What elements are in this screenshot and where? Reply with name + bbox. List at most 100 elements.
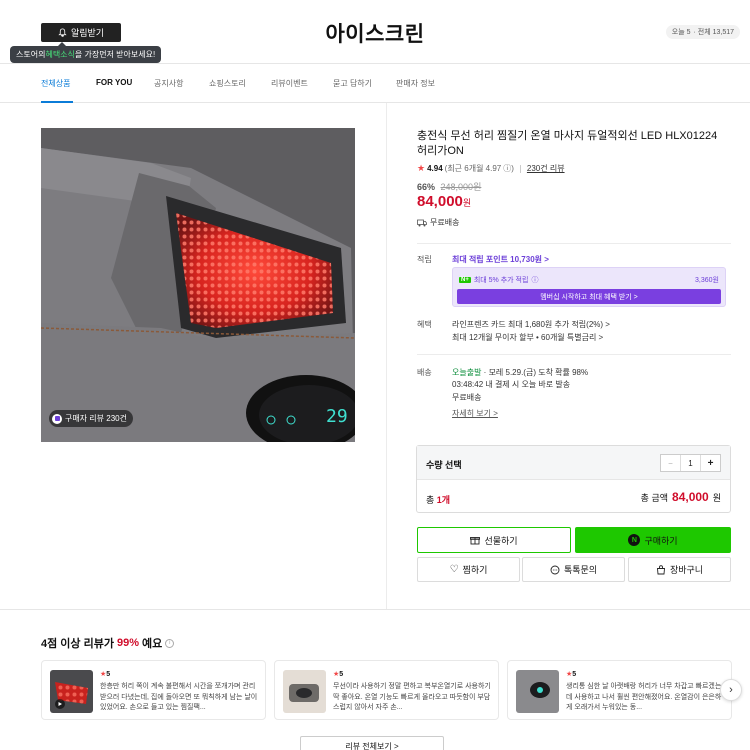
info-icon[interactable]: i — [165, 638, 175, 648]
review-summary-heading: 4점 이상 리뷰가 99% 예요 i — [41, 635, 175, 651]
ship-cutoff: 03:48:42 내 결제 시 오늘 바로 발송 — [452, 380, 571, 389]
gift-label: 선물하기 — [484, 535, 518, 546]
max-points-link[interactable]: 최대 적립 포인트 10,730원 > — [452, 254, 549, 265]
review-score: 5 — [339, 671, 344, 678]
price-unit: 원 — [462, 198, 472, 208]
total-prefix: 총 — [426, 495, 437, 505]
original-price: 248,000원 — [440, 182, 482, 192]
wish-label: 찜하기 — [462, 565, 488, 575]
review-rating: ★5 — [566, 670, 576, 678]
cart-button[interactable]: 장바구니 — [628, 557, 731, 582]
extra-points-amount: 3,360원 — [695, 277, 719, 284]
npay-badge: N+ — [459, 277, 471, 283]
review-card[interactable]: ★5 무선이라 사용하기 정말 편하고 복부온열기로 사용하기 딱 좋아요. 온… — [274, 660, 499, 720]
product-title: 충전식 무선 허리 찜질기 온열 마사지 듀얼적외선 LED HLX01224 … — [417, 130, 718, 157]
product-image[interactable]: 29 — [41, 128, 355, 442]
increase-button[interactable]: + — [700, 455, 720, 471]
installment-link[interactable]: 최대 12개월 무이자 할부 • 60개월 특별금리 > — [452, 332, 603, 343]
star-icon: ★ — [417, 163, 426, 173]
nav-notice[interactable]: 공지사항 — [154, 78, 183, 89]
tooltip-text: 스토어의 — [16, 50, 46, 59]
extra-points-text: 최대 5% 추가 적립 — [473, 277, 529, 284]
rating-recent: (최근 6개월 4.97 — [444, 164, 502, 173]
review-thumbnail — [50, 670, 93, 713]
nav-shopping-story[interactable]: 쇼핑스토리 — [209, 78, 246, 89]
review-score: 5 — [106, 671, 111, 678]
quantity-stepper: − 1 + — [660, 454, 721, 472]
visit-counter: 오늘 5 · 전체 13,517 — [665, 25, 740, 39]
arrival-estimate: · 모레 5.29.(금) 도착 확률 98% — [481, 368, 589, 377]
total-price-value: 84,000 — [672, 490, 709, 504]
nav-seller-info[interactable]: 판매자 정보 — [396, 78, 435, 89]
info-icon[interactable]: ⓘ — [531, 275, 538, 285]
delivery-eta: 오늘출발 · 모레 5.29.(금) 도착 확률 98% — [452, 367, 588, 378]
truck-icon — [417, 219, 427, 226]
nav-for-you[interactable]: FOR YOU — [96, 78, 132, 87]
divider — [417, 354, 731, 355]
points-label: 적립 — [417, 255, 432, 264]
delivery-details-link[interactable]: 자세히 보기 > — [452, 408, 498, 419]
review-text: 한층만 허리 쪽이 계속 불편해서 시간을 쪼개가며 관리받으러 다녔는데, 집… — [100, 683, 258, 711]
free-shipping: 무료배송 — [417, 217, 459, 228]
nav-qna[interactable]: 묻고 답하기 — [333, 78, 372, 89]
total-price-label: 총 금액 — [640, 493, 669, 503]
notification-tooltip: 스토어의 혜택소식 을 가장먼저 받아보세요! — [10, 42, 162, 63]
total-price-unit: 원 — [712, 493, 721, 503]
talk-inquiry-button[interactable]: 톡톡문의 — [522, 557, 625, 582]
shipping-label: 무료배송 — [430, 218, 460, 227]
heading-suffix: 예요 — [141, 638, 163, 650]
nav-active-indicator — [41, 101, 73, 103]
buy-button[interactable]: N 구매하기 — [575, 527, 731, 553]
quantity-header: 수량 선택 − 1 + — [417, 446, 730, 480]
cart-label: 장바구니 — [669, 565, 704, 575]
discount-percent: 66% — [417, 182, 436, 192]
column-divider — [386, 103, 387, 609]
review-thumbnail — [516, 670, 559, 713]
today-ship-badge: 오늘출발 — [452, 368, 482, 377]
cart-icon — [656, 564, 665, 574]
review-count-link[interactable]: 230건 리뷰 — [527, 163, 565, 174]
gift-icon — [470, 537, 481, 545]
quantity-label: 수량 선택 — [426, 460, 462, 470]
buyer-review-chip[interactable]: 구매자 리뷰 230건 — [49, 410, 133, 427]
heating-belt-illustration: 29 — [41, 128, 355, 442]
extra-points-row: N+ 최대 5% 추가 적립 ⓘ — [459, 275, 538, 285]
chat-icon — [550, 565, 560, 574]
review-thumbnail — [283, 670, 326, 713]
all-reviews-button[interactable]: 리뷰 전체보기 > — [300, 736, 444, 750]
total-price: 총 금액 84,000 원 — [641, 490, 721, 504]
review-card[interactable]: ★5 생리통 심한 날 아랫배랑 허리가 너무 차갑고 빠르겠는데 사용하고 나… — [507, 660, 732, 720]
rating-separator — [519, 164, 521, 173]
buy-label: 구매하기 — [644, 535, 678, 546]
carousel-next-button[interactable]: › — [720, 679, 742, 701]
store-header: 알림받기 스토어의 혜택소식 을 가장먼저 받아보세요! 아이스크린 오늘 5 ·… — [0, 0, 750, 64]
review-text: 생리통 심한 날 아랫배랑 허리가 너무 차갑고 빠르겠는데 사용하고 나서 훨… — [566, 683, 722, 711]
nav-review-event[interactable]: 리뷰이벤트 — [271, 78, 308, 89]
review-text: 무선이라 사용하기 정말 편하고 복부온열기로 사용하기 딱 좋아요. 온열 기… — [333, 683, 491, 711]
nav-all-products[interactable]: 전체상품 — [41, 78, 70, 89]
visits-today: 오늘 5 — [671, 29, 691, 36]
info-icon[interactable]: ⓘ) — [503, 163, 514, 174]
naver-n-icon: N — [628, 534, 641, 546]
price-value: 84,000 — [417, 193, 463, 210]
order-box: 수량 선택 − 1 + 총 1개 총 금액 84,000 원 — [416, 445, 731, 513]
divider — [417, 243, 731, 244]
discount-row: 66% 248,000원 — [417, 180, 481, 193]
store-name[interactable]: 아이스크린 — [0, 18, 750, 48]
review-card[interactable]: ★5 한층만 허리 쪽이 계속 불편해서 시간을 쪼개가며 관리받으러 다녔는데… — [41, 660, 266, 720]
quantity-value[interactable]: 1 — [681, 455, 700, 471]
membership-button[interactable]: 멤버십 시작하고 최대 혜택 받기 > — [457, 289, 721, 304]
section-divider — [0, 609, 750, 610]
decrease-button[interactable]: − — [661, 455, 681, 471]
gift-button[interactable]: 선물하기 — [417, 527, 571, 553]
wish-button[interactable]: ♡ 찜하기 — [417, 557, 520, 582]
delivery-fee: 무료배송 — [452, 393, 482, 402]
card-benefit-label: 혜택 — [417, 320, 432, 329]
review-icon — [52, 413, 62, 424]
card-points-link[interactable]: 라인프렌즈 카드 최대 1,680원 추가 적립(2%) > — [452, 319, 610, 330]
npay-points-box: N+ 최대 5% 추가 적립 ⓘ 3,360원 멤버십 시작하고 최대 혜택 받… — [452, 267, 726, 307]
talk-label: 톡톡문의 — [563, 565, 598, 575]
review-score: 5 — [572, 671, 577, 678]
tooltip-highlight: 혜택소식 — [45, 50, 75, 59]
total-count-value: 1개 — [436, 495, 451, 505]
